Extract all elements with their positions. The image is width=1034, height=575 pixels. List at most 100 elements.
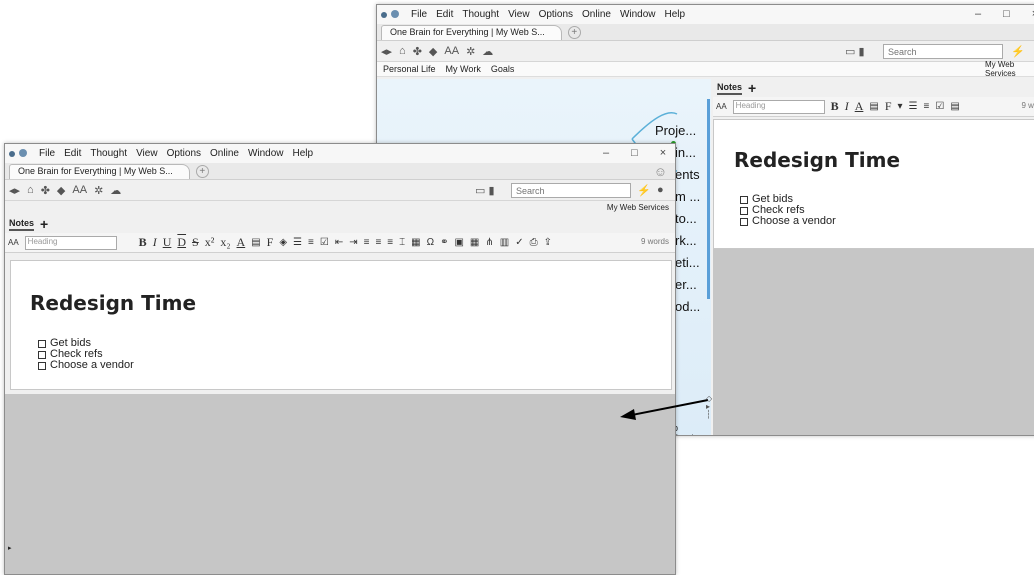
indent-icon[interactable]: ⇥ — [349, 237, 357, 248]
superscript-icon[interactable]: x² — [205, 235, 215, 250]
text-color-icon[interactable]: A — [237, 235, 246, 250]
checklist-item[interactable]: Choose a vendor — [38, 360, 134, 371]
settings-icon[interactable]: ● — [657, 184, 664, 196]
notes-tab[interactable]: Notes — [717, 82, 743, 95]
panel-icon[interactable]: ▭ ▮ — [475, 184, 495, 197]
menu-online[interactable]: Online — [582, 9, 611, 20]
menu-thought[interactable]: Thought — [90, 148, 127, 159]
eraser-icon[interactable]: ◈ — [279, 237, 287, 248]
menu-file[interactable]: File — [411, 9, 427, 20]
maximize-button[interactable]: □ — [631, 147, 638, 159]
maximize-button[interactable]: □ — [1003, 8, 1010, 20]
menu-window[interactable]: Window — [248, 148, 284, 159]
style-select[interactable]: Heading — [24, 235, 117, 250]
link-icon[interactable]: ⚭ — [440, 237, 448, 248]
add-tab-icon[interactable]: + — [195, 165, 209, 178]
numbered-list-icon[interactable]: ≡ — [308, 237, 314, 248]
mindmap-node[interactable]: m ... — [675, 189, 700, 204]
close-button[interactable]: × — [660, 147, 666, 159]
panel-icon[interactable]: ▭ ▮ — [845, 45, 865, 58]
checkbox-icon[interactable]: ☑ — [320, 237, 329, 248]
outdent-icon[interactable]: ⇤ — [335, 237, 343, 248]
add-tab-icon[interactable]: + — [567, 26, 581, 39]
menu-options[interactable]: Options — [539, 9, 573, 20]
align-icon[interactable]: ▤ — [950, 101, 959, 112]
minimize-button[interactable]: – — [975, 8, 981, 20]
menu-online[interactable]: Online — [210, 148, 239, 159]
text-color-icon[interactable]: A — [855, 99, 864, 114]
user-icon[interactable]: ☺ — [654, 164, 667, 179]
tag-icon[interactable]: ◆ — [57, 184, 65, 197]
layout-icon[interactable]: ✲ — [466, 45, 475, 58]
back-forward-icon[interactable]: ◂▸ — [9, 184, 20, 197]
align-left-icon[interactable]: ≡ — [364, 237, 370, 248]
search-input[interactable] — [883, 44, 1003, 59]
mindmap-node[interactable]: in... — [675, 145, 696, 160]
home-icon[interactable]: ⌂ — [399, 45, 406, 57]
layout-icon[interactable]: ✲ — [94, 184, 103, 197]
hierarchy-icon[interactable]: ⋔ — [485, 237, 493, 248]
minimize-button[interactable]: – — [603, 147, 609, 159]
double-underline-icon[interactable]: D — [177, 235, 186, 250]
font-size-icon[interactable]: AA — [72, 184, 87, 196]
print-icon[interactable]: ⎙ — [530, 237, 538, 248]
checkbox[interactable] — [38, 339, 46, 348]
bookmark-personal-life[interactable]: Personal Life — [383, 64, 436, 74]
menu-thought[interactable]: Thought — [462, 9, 499, 20]
strikethrough-icon[interactable]: S — [192, 235, 199, 250]
mindmap-node[interactable]: eti... — [675, 255, 700, 270]
mindmap-node[interactable]: od... — [675, 299, 700, 314]
thought-icon[interactable]: ✤ — [41, 184, 50, 197]
checkbox-icon[interactable]: ☑ — [935, 101, 944, 112]
notes-tab[interactable]: Notes — [9, 218, 35, 231]
export-icon[interactable]: ⇪ — [544, 237, 552, 248]
highlight-icon[interactable]: ▤ — [869, 101, 878, 112]
menu-view[interactable]: View — [508, 9, 530, 20]
menu-window[interactable]: Window — [620, 9, 656, 20]
dropdown-icon[interactable]: ▾ — [898, 101, 903, 112]
brain-tab[interactable]: One Brain for Everything | My Web S... — [9, 164, 190, 179]
calendar-icon[interactable]: ▥ — [500, 237, 509, 248]
add-note-tab-icon[interactable]: + — [40, 217, 48, 231]
table-icon[interactable]: ▦ — [411, 237, 420, 248]
mindmap-node[interactable]: Proje... — [655, 123, 696, 138]
highlight-icon[interactable]: ▤ — [251, 237, 260, 248]
italic-icon[interactable]: I — [845, 99, 849, 114]
flash-icon[interactable]: ⚡ — [1011, 45, 1025, 58]
cloud-icon[interactable]: ☁ — [482, 45, 493, 58]
bullet-list-icon[interactable]: ☰ — [293, 237, 302, 248]
mindmap-node[interactable]: rk... — [675, 233, 697, 248]
brain-tab[interactable]: One Brain for Everything | My Web S... — [381, 25, 562, 40]
front-note-editor[interactable]: Redesign Time Get bids Check refs Choose… — [10, 260, 672, 390]
cloud-icon[interactable]: ☁ — [110, 184, 121, 197]
omega-icon[interactable]: Ω — [427, 237, 434, 248]
checklist-item[interactable]: Choose a vendor — [740, 216, 836, 227]
bold-icon[interactable]: B — [139, 235, 147, 250]
back-forward-icon[interactable]: ◂▸ — [381, 45, 392, 58]
bookmark-goals[interactable]: Goals — [491, 64, 515, 74]
bullet-list-icon[interactable]: ☰ — [909, 101, 918, 112]
grid-icon[interactable]: ▦ — [470, 237, 479, 248]
style-select[interactable]: Heading — [732, 99, 825, 114]
checkbox[interactable] — [38, 361, 46, 370]
expand-arrow-icon[interactable]: ▸ — [8, 544, 12, 552]
font-size-icon[interactable]: AA — [444, 45, 459, 57]
checkbox[interactable] — [740, 217, 748, 226]
back-note-editor[interactable]: Redesign Time Get bids Check refs Choose… — [713, 119, 1034, 249]
font-icon[interactable]: F — [267, 235, 274, 250]
thought-icon[interactable]: ✤ — [413, 45, 422, 58]
menu-help[interactable]: Help — [665, 9, 686, 20]
add-note-tab-icon[interactable]: + — [748, 81, 756, 95]
flash-icon[interactable]: ⚡ — [637, 184, 651, 197]
menu-edit[interactable]: Edit — [436, 9, 453, 20]
tag-icon[interactable]: ◆ — [429, 45, 437, 58]
checkbox[interactable] — [740, 195, 748, 204]
bookmark-my-work[interactable]: My Work — [446, 64, 481, 74]
image-icon[interactable]: ▣ — [454, 237, 463, 248]
underline-icon[interactable]: U — [163, 235, 172, 250]
align-center-icon[interactable]: ≡ — [375, 237, 381, 248]
font-icon[interactable]: F — [885, 99, 892, 114]
aa-icon[interactable]: AA — [716, 102, 727, 111]
mindmap-node[interactable]: er... — [675, 277, 697, 292]
mindmap-node[interactable]: to... — [675, 211, 697, 226]
